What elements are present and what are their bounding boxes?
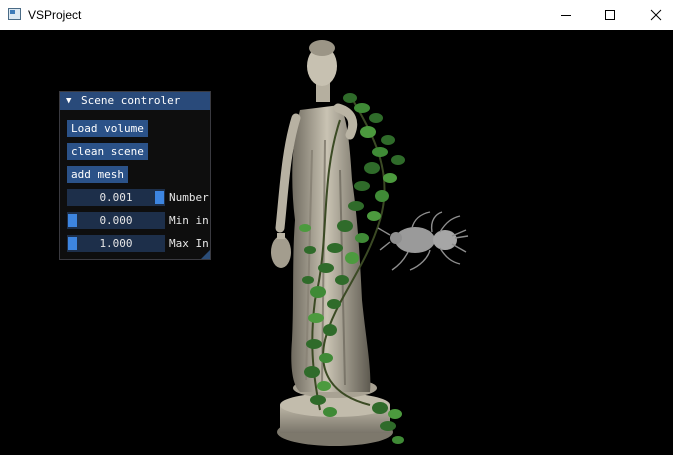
slider-value-number: 0.001 [99, 191, 133, 204]
minimize-button[interactable] [543, 0, 589, 30]
statue-model [271, 40, 393, 446]
slider-value-min: 0.000 [99, 214, 133, 227]
beetle-model [377, 211, 469, 271]
max-intensity-slider[interactable]: 1.000 [67, 235, 165, 252]
window-title: VSProject [28, 8, 82, 22]
app-icon [8, 8, 21, 20]
load-volume-button[interactable]: Load volume [67, 120, 148, 137]
maximize-button[interactable] [587, 0, 633, 30]
app-window: VSProject ▼ Scene controler Load volume … [0, 0, 673, 455]
close-button[interactable] [633, 0, 673, 30]
minimize-icon [561, 15, 571, 16]
add-mesh-button[interactable]: add mesh [67, 166, 128, 183]
title-bar[interactable]: VSProject [0, 0, 673, 30]
panel-title: Scene controler [81, 94, 181, 107]
number-slider[interactable]: 0.001 [67, 189, 165, 206]
slider-label-number: Number [169, 191, 209, 204]
resize-grip[interactable] [201, 250, 210, 259]
close-icon [650, 9, 662, 21]
slider-label-min: Min in [169, 214, 209, 227]
triangle-down-icon[interactable]: ▼ [66, 96, 71, 106]
min-intensity-slider[interactable]: 0.000 [67, 212, 165, 229]
panel-title-bar[interactable]: ▼ Scene controler [60, 92, 210, 110]
maximize-icon [605, 10, 615, 20]
clean-scene-button[interactable]: clean scene [67, 143, 148, 160]
slider-value-max: 1.000 [99, 237, 133, 250]
scene-controller-panel[interactable]: ▼ Scene controler Load volume clean scen… [59, 91, 211, 260]
